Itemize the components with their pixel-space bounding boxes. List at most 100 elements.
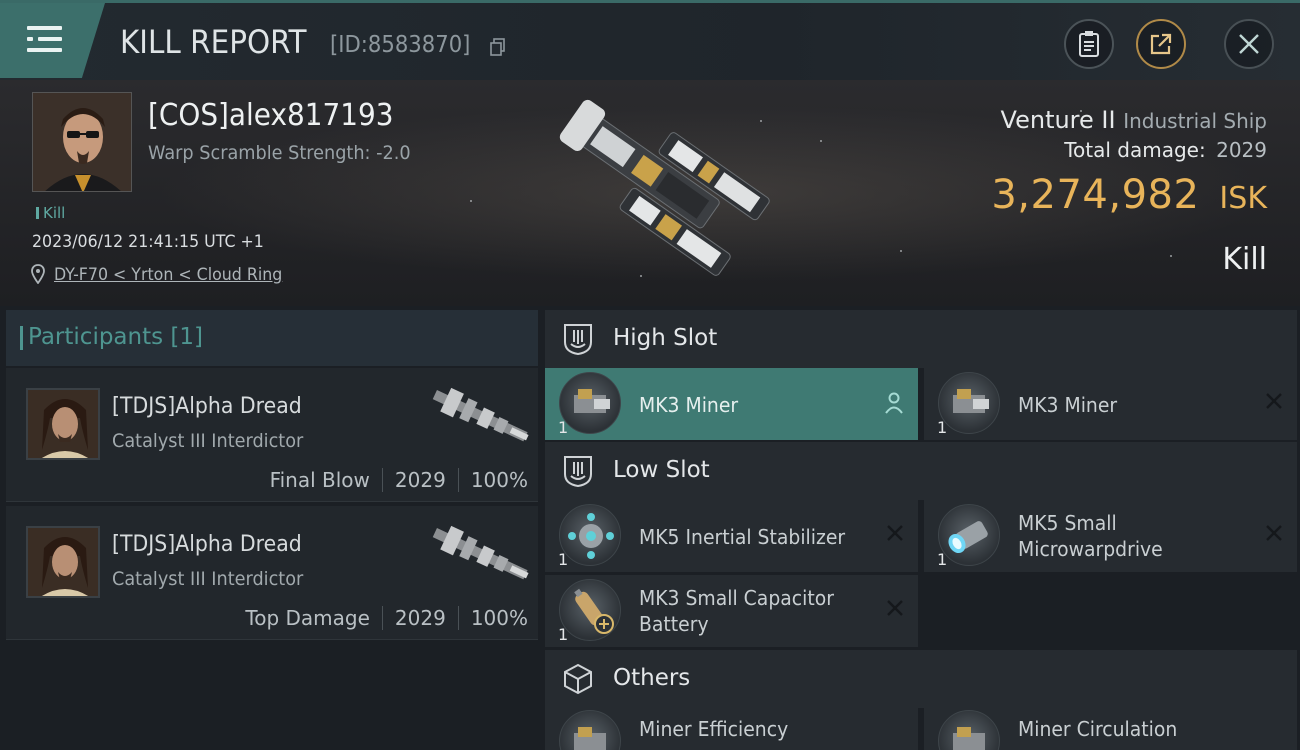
low-slot-label: Low Slot [613,457,710,483]
low-slot-icon [564,456,592,488]
victim-ship: Venture II Industrial Ship [1001,106,1267,134]
destroyed-x-icon [887,525,903,541]
participant-stats: Top Damage 2029 100% [245,606,528,630]
module-mk3-miner[interactable]: 1 MK3 Miner [545,368,918,440]
module-name-line2: Microwarpdrive [1018,537,1163,561]
module-name: Miner Efficiency [639,717,789,741]
stat-divider [381,606,383,630]
victim-ship-image[interactable] [535,90,770,290]
total-damage: Total damage: 2029 [1064,138,1267,162]
report-id: [ID:8583870] [330,32,471,58]
participants-header[interactable]: Participants [1] [6,310,538,366]
mwd-icon [948,521,988,554]
clipboard-button[interactable] [1064,19,1114,69]
isk-amount: 3,274,982 [991,172,1200,218]
isk-value: 3,274,982 ISK [991,172,1267,218]
destroyed-x-icon [1266,525,1282,541]
kill-location-link[interactable]: DY-F70 < Yrton < Cloud Ring [54,265,282,285]
victim-name: [COS]alex817193 [148,98,394,133]
participant-ship: Catalyst III Interdictor [112,568,304,590]
miner-icon [953,389,989,413]
result-label: Kill [1222,242,1267,277]
victim-avatar [33,93,131,191]
battery-icon [574,588,614,634]
module-quantity: 1 [558,418,569,437]
destroyed-x-icon [887,600,903,616]
microwarpdrive-icon [938,504,1000,566]
participant-avatar [26,526,100,598]
stabilizer-icon [568,513,614,559]
isk-unit: ISK [1219,181,1267,216]
menu-icon-bar-bottom [27,48,62,52]
close-button[interactable] [1224,19,1274,69]
participant-percent: 100% [470,468,528,492]
participant-portrait [28,528,98,596]
module-quantity: 1 [558,550,569,569]
others-label: Others [613,665,691,691]
rig-module-icon [938,710,1000,750]
high-slot-label: High Slot [613,325,718,351]
module-name: MK5 Inertial Stabilizer [639,525,846,549]
kill-tag: Kill [36,204,65,222]
location-pin-icon [31,264,45,284]
participant-percent: 100% [470,606,528,630]
participant-ship-image [432,525,529,580]
high-slot-icon [564,324,592,356]
inertial-stabilizer-icon [559,504,621,566]
clipboard-icon [1079,31,1099,57]
ship-name: Venture II [1000,106,1116,134]
rig-icon [953,727,985,750]
close-icon [1239,34,1259,54]
menu-icon-bar [38,37,62,41]
share-icon [1150,33,1172,55]
others-header: Others [545,650,1297,708]
module-name-line2: Battery [639,612,709,636]
miner-module-icon [559,372,621,434]
module-microwarpdrive[interactable]: 1 MK5 Small Microwarpdrive [924,500,1297,572]
menu-icon-dot [27,37,33,41]
module-mk3-miner[interactable]: 1 MK3 Miner [924,368,1297,440]
module-quantity: 1 [937,550,948,569]
total-damage-label: Total damage: [1064,138,1206,162]
participant-ship: Catalyst III Interdictor [112,430,304,452]
participant-damage: 2029 [394,468,446,492]
module-capacitor-battery[interactable]: 1 MK3 Small Capacitor Battery [545,575,918,647]
victim-portrait[interactable] [32,92,132,192]
module-inertial-stabilizer[interactable]: 1 MK5 Inertial Stabilizer [545,500,918,572]
participant-role: Top Damage [245,606,370,630]
participant-stats: Final Blow 2029 100% [270,468,528,492]
module-name-line1: MK5 Small [1018,511,1117,535]
share-button[interactable] [1136,19,1186,69]
participant-name: [TDJS]Alpha Dread [112,532,302,557]
module-quantity: 1 [558,625,569,644]
victim-banner: [COS]alex817193 Warp Scramble Strength: … [0,80,1300,306]
ship-class: Industrial Ship [1123,109,1267,133]
module-name-line1: MK3 Small Capacitor [639,586,834,610]
stat-divider [457,606,459,630]
cube-icon [564,663,592,695]
miner-module-icon [938,372,1000,434]
participant-row[interactable]: [TDJS]Alpha Dread Catalyst III Interdict… [6,368,538,502]
participant-row[interactable]: [TDJS]Alpha Dread Catalyst III Interdict… [6,506,538,640]
module-miner-efficiency[interactable]: Miner Efficiency [545,706,918,750]
module-name: Miner Circulation [1018,717,1178,741]
menu-button[interactable] [0,3,105,78]
high-slot-header: High Slot [545,310,1297,368]
miner-icon [574,389,610,413]
module-quantity: 1 [937,418,948,437]
rig-module-icon [559,710,621,750]
participant-portrait [28,390,98,458]
warp-scramble-strength: Warp Scramble Strength: -2.0 [148,142,411,164]
low-slot-header: Low Slot [545,442,1297,500]
module-name: MK3 Miner [1018,393,1118,417]
page-title: KILL REPORT [120,23,307,61]
stat-divider [457,468,459,492]
participant-avatar [26,388,100,460]
stat-divider [381,468,383,492]
participant-damage: 2029 [394,606,446,630]
total-damage-value: 2029 [1216,138,1267,162]
module-miner-circulation[interactable]: Miner Circulation [924,706,1297,750]
copy-icon[interactable] [490,38,506,56]
participants-label: Participants [1] [20,324,203,350]
top-bar: KILL REPORT [ID:8583870] [0,0,1300,80]
